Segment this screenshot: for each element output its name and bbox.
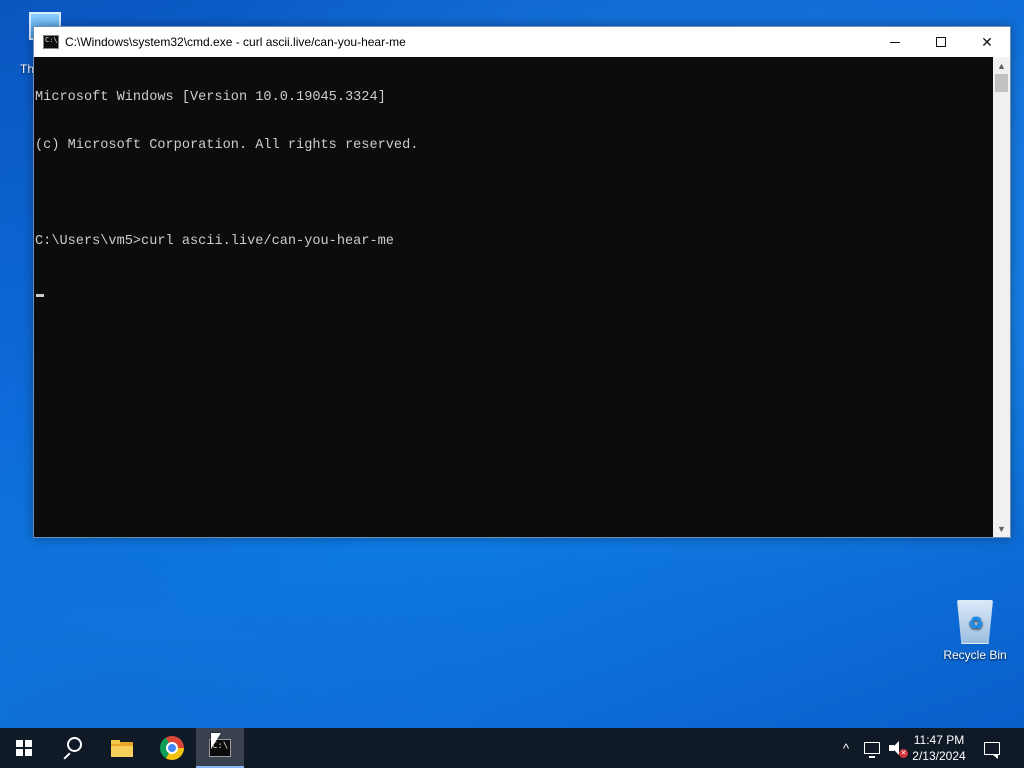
console-cursor-line [35, 282, 993, 298]
search-button[interactable] [48, 728, 96, 768]
cmd-window[interactable]: C:\ C:\Windows\system32\cmd.exe - curl a… [33, 26, 1011, 538]
console-line: C:\Users\vm5>curl ascii.live/can-you-hea… [35, 234, 394, 249]
minimize-button[interactable] [872, 27, 918, 57]
close-button[interactable]: ✕ [964, 27, 1010, 57]
recycle-bin-icon: ♻ [957, 600, 993, 644]
notification-icon [984, 741, 1000, 759]
notifications-button[interactable] [974, 728, 1010, 768]
search-icon [62, 737, 82, 760]
console-line: (c) Microsoft Corporation. All rights re… [35, 138, 419, 153]
mouse-pointer-icon [211, 733, 221, 749]
minimize-icon [890, 41, 900, 43]
taskbar-clock[interactable]: 11:47 PM 2/13/2024 [906, 728, 972, 768]
folder-icon [111, 739, 133, 757]
window-title: C:\Windows\system32\cmd.exe - curl ascii… [65, 35, 406, 49]
cmd-icon[interactable]: C:\ [43, 35, 59, 49]
volume-button[interactable]: ✕ [884, 728, 908, 768]
maximize-button[interactable] [918, 27, 964, 57]
windows-logo-icon [16, 740, 32, 756]
window-titlebar[interactable]: C:\ C:\Windows\system32\cmd.exe - curl a… [34, 27, 1010, 57]
scroll-thumb[interactable] [995, 74, 1008, 92]
clock-date: 2/13/2024 [912, 749, 966, 763]
scroll-down-button[interactable]: ▼ [993, 520, 1010, 537]
console-output[interactable]: Microsoft Windows [Version 10.0.19045.33… [34, 57, 993, 537]
network-button[interactable] [860, 728, 884, 768]
maximize-icon [936, 37, 946, 47]
network-icon [864, 742, 880, 758]
file-explorer-button[interactable] [98, 728, 146, 768]
clock-time: 11:47 PM [913, 733, 965, 747]
show-hidden-icons-button[interactable]: ^ [836, 728, 856, 768]
volume-muted-icon: ✕ [888, 741, 908, 758]
vertical-scrollbar[interactable]: ▲ ▼ [993, 57, 1010, 537]
window-controls: ✕ [872, 27, 1010, 57]
chrome-icon [160, 736, 184, 760]
scroll-up-button[interactable]: ▲ [993, 57, 1010, 74]
start-button[interactable] [0, 728, 48, 768]
console-line: Microsoft Windows [Version 10.0.19045.33… [35, 90, 386, 105]
taskbar: C:\ ^ ✕ 11:47 PM 2/13/2024 [0, 728, 1024, 768]
close-icon: ✕ [981, 33, 993, 50]
chrome-button[interactable] [148, 728, 196, 768]
text-cursor [36, 294, 44, 297]
desktop-icon-recycle-bin[interactable]: ♻ Recycle Bin [937, 600, 1013, 662]
chevron-up-icon: ^ [842, 740, 850, 756]
desktop-icon-label: Recycle Bin [943, 648, 1007, 662]
